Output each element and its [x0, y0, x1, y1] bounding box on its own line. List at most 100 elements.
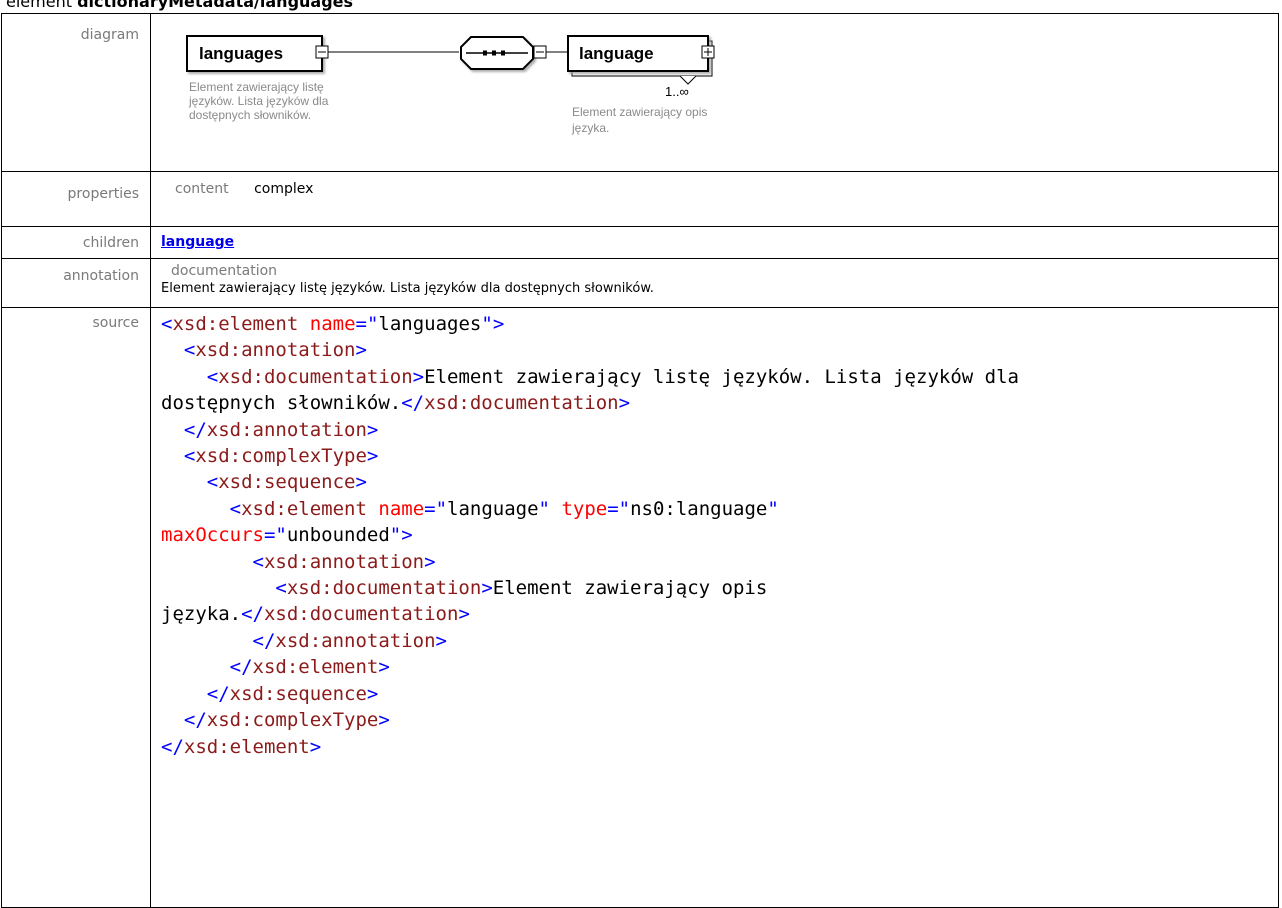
- source-line: </xsd:element>: [161, 736, 321, 758]
- property-key: content: [175, 181, 229, 197]
- source-token: xsd:sequence: [229, 682, 367, 705]
- source-token: xsd:annotation: [206, 418, 367, 441]
- source-token: xsd:complexType: [195, 445, 367, 468]
- source-token: >: [366, 682, 379, 705]
- source-token: <: [161, 497, 242, 520]
- annotation-label: annotation: [1, 258, 151, 308]
- source-token: type: [561, 497, 608, 520]
- properties-row: properties content complex: [1, 171, 1279, 227]
- source-token: <: [161, 445, 196, 468]
- source-line: <xsd:documentation>Element zawierający o…: [161, 577, 767, 599]
- source-line: <xsd:sequence>: [161, 471, 367, 493]
- source-token: </: [161, 629, 276, 652]
- annotation-row: annotation documentation Element zawiera…: [1, 258, 1279, 308]
- collapse-icon[interactable]: [315, 45, 329, 59]
- page-title: element dictionaryMetadata/languages: [6, 0, 353, 11]
- source-token: >: [401, 524, 413, 547]
- source-token: <: [161, 471, 219, 494]
- source-line: maxOccurs="unbounded">: [161, 524, 413, 546]
- source-line: </xsd:complexType>: [161, 709, 390, 731]
- source-token: ": [767, 497, 779, 520]
- sequence-compositor-icon[interactable]: [460, 36, 534, 70]
- source-token: xsd:element: [183, 735, 310, 758]
- annotation-cell: documentation Element zawierający listę …: [150, 258, 1279, 308]
- source-token: </: [241, 603, 264, 626]
- source-token: <: [161, 365, 219, 388]
- source-token: >: [412, 365, 425, 388]
- source-label: source: [1, 307, 151, 908]
- source-token: ns0:language: [630, 497, 768, 520]
- source-line: <xsd:element name="language" type="ns0:l…: [161, 498, 779, 520]
- source-token: >: [366, 418, 379, 441]
- source-token: >: [435, 629, 447, 652]
- annotation-text: Element zawierający listę języków. Lista…: [161, 281, 654, 296]
- child-element-box[interactable]: language: [567, 35, 713, 85]
- source-token: >: [618, 392, 631, 415]
- source-line: </xsd:annotation>: [161, 418, 379, 441]
- property-value: complex: [254, 181, 314, 197]
- source-token: ": [389, 524, 402, 547]
- source-token: >: [355, 471, 367, 494]
- source-line: </xsd:annotation>: [161, 629, 448, 652]
- source-token: xsd:element: [172, 313, 299, 335]
- source-line: </xsd:sequence>: [161, 682, 379, 705]
- child-link-language[interactable]: language: [161, 234, 234, 250]
- source-token: </: [161, 656, 253, 679]
- source-token: dostępnych słowników.: [161, 392, 402, 415]
- title-prefix: element: [6, 0, 72, 11]
- source-token: ": [481, 313, 493, 335]
- source-token: </: [401, 392, 425, 415]
- source-token: <: [161, 339, 196, 362]
- source-token: xsd:complexType: [206, 709, 379, 732]
- root-element-name: languages: [199, 44, 283, 63]
- source-token: =": [607, 497, 631, 520]
- source-token: Element zawierający listę języków. Lista…: [424, 365, 1019, 388]
- root-doc-text: Element zawierający listę języków. Lista…: [188, 80, 332, 122]
- source-token: ": [538, 497, 562, 520]
- source-token: xsd:sequence: [218, 471, 356, 494]
- title-element-path: dictionaryMetadata/languages: [77, 0, 354, 11]
- source-token: Element zawierający opis: [492, 577, 768, 600]
- child-occurrence: 1..∞: [665, 84, 689, 99]
- source-cell: <xsd:element name="languages"> <xsd:anno…: [150, 307, 1279, 908]
- expand-icon[interactable]: [701, 45, 715, 59]
- source-token: [298, 313, 309, 335]
- source-token: =": [424, 497, 448, 520]
- child-doc-text: Element zawierający opis języka.: [571, 105, 711, 135]
- source-line: </xsd:element>: [161, 656, 390, 678]
- source-token: >: [458, 603, 470, 626]
- children-label: children: [1, 226, 151, 259]
- child-element-name: language: [579, 44, 654, 63]
- source-line: <xsd:annotation>: [161, 551, 436, 573]
- element-doc-table: diagram languages language 1..∞ Element …: [1, 13, 1279, 908]
- source-token: >: [378, 656, 390, 679]
- annotation-key: documentation: [171, 263, 278, 279]
- source-token: name: [378, 497, 425, 520]
- source-token: maxOccurs: [161, 524, 264, 547]
- source-token: xsd:documentation: [218, 365, 413, 388]
- source-token: >: [481, 577, 493, 600]
- root-element-box[interactable]: languages: [186, 35, 323, 72]
- source-token: xsd:documentation: [263, 603, 459, 626]
- source-token: <: [161, 577, 287, 600]
- source-token: </: [161, 709, 207, 732]
- properties-cell: content complex: [150, 171, 1279, 227]
- source-token: </: [161, 735, 184, 758]
- source-row: source <xsd:element name="languages"> <x…: [1, 307, 1279, 908]
- children-row: children language: [1, 226, 1279, 259]
- source-token: >: [355, 339, 367, 362]
- source-token: >: [424, 550, 436, 573]
- source-token: xsd:documentation: [424, 392, 619, 415]
- source-token: name: [309, 313, 356, 335]
- source-token: </: [161, 682, 230, 705]
- source-token: </: [161, 418, 207, 441]
- source-token: xsd:element: [241, 497, 367, 520]
- source-token: [367, 498, 378, 520]
- source-line: <xsd:complexType>: [161, 445, 379, 468]
- collapse-icon[interactable]: [533, 45, 547, 59]
- source-token: xsd:annotation: [263, 550, 425, 573]
- source-token: <: [161, 550, 264, 573]
- source-line: <xsd:documentation>Element zawierający l…: [161, 366, 1019, 388]
- source-token: languages: [378, 313, 482, 335]
- schema-diagram: languages language 1..∞ Element zawieraj…: [161, 14, 1278, 170]
